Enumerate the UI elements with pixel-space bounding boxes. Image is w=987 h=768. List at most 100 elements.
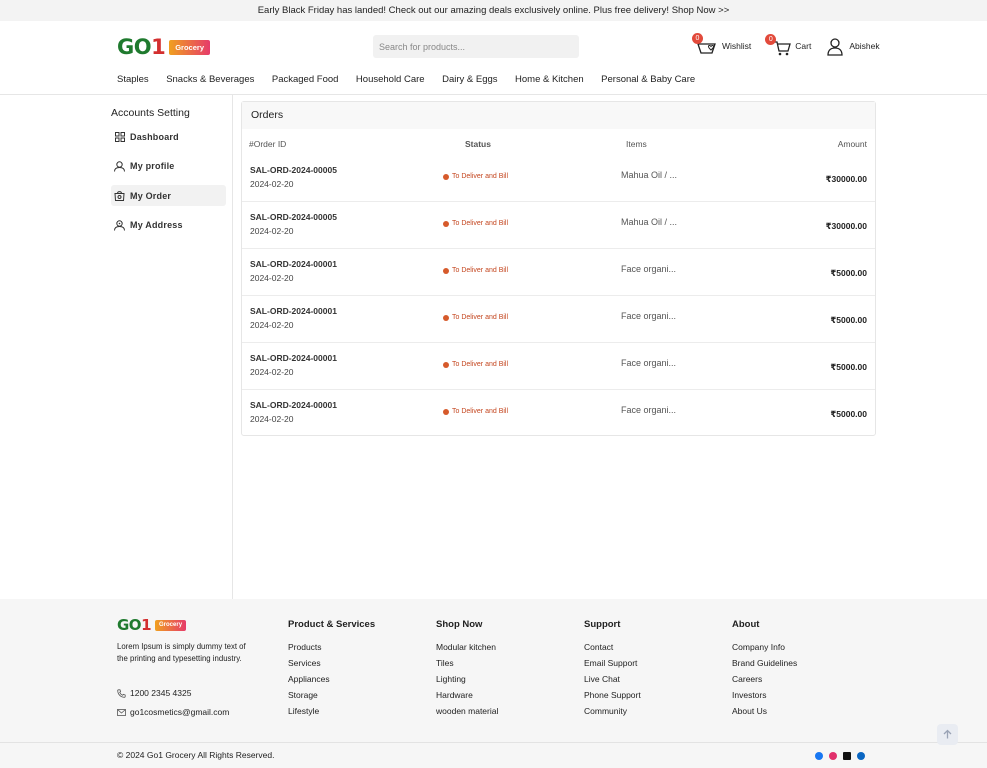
footer-link[interactable]: Hardware	[436, 690, 498, 706]
nav-item-packaged-food[interactable]: Packaged Food	[272, 74, 339, 85]
nav-item-personal-baby-care[interactable]: Personal & Baby Care	[601, 74, 695, 85]
order-items: Face organi...	[621, 264, 677, 274]
footer-link[interactable]: Products	[288, 642, 375, 658]
footer-link[interactable]: Contact	[584, 642, 641, 658]
footer-description: Lorem Ipsum is simply dummy text of the …	[117, 642, 246, 663]
footer-column-title: Support	[584, 619, 621, 630]
promo-banner[interactable]: Early Black Friday has landed! Check out…	[0, 0, 987, 21]
order-date: 2024-02-20	[250, 320, 294, 330]
sidebar-item-my-profile[interactable]: My profile	[111, 156, 226, 177]
brand-logo[interactable]: GO1 Grocery	[117, 35, 210, 59]
table-row[interactable]: SAL-ORD-2024-00005 2024-02-20 To Deliver…	[242, 155, 875, 202]
column-header-order-id: #Order ID	[249, 139, 287, 149]
sidebar-item-label: My Address	[130, 220, 183, 230]
scroll-to-top-button[interactable]	[937, 724, 958, 745]
footer-link[interactable]: wooden material	[436, 706, 498, 722]
footer-link[interactable]: Brand Guidelines	[732, 658, 797, 674]
sidebar-item-my-order[interactable]: My Order	[111, 185, 226, 206]
footer-link[interactable]: Storage	[288, 690, 375, 706]
sidebar-item-label: My profile	[130, 161, 175, 171]
footer-link[interactable]: Careers	[732, 674, 797, 690]
wishlist-button[interactable]: 0 Wishlist	[690, 33, 751, 57]
sidebar-title: Accounts Setting	[111, 107, 190, 119]
site-footer: GO1 Grocery Lorem Ipsum is simply dummy …	[0, 599, 987, 768]
header-actions: 0 Wishlist 0 Cart Abishek	[690, 33, 880, 58]
footer-link[interactable]: Phone Support	[584, 690, 641, 706]
sidebar-item-my-address[interactable]: My Address	[111, 215, 226, 236]
status-dot-icon	[443, 361, 449, 368]
logo-one: 1	[151, 35, 166, 59]
linkedin-icon[interactable]	[857, 752, 865, 760]
footer-link[interactable]: Live Chat	[584, 674, 641, 690]
table-row[interactable]: SAL-ORD-2024-00001 2024-02-20 To Deliver…	[242, 296, 875, 343]
phone-icon	[117, 688, 126, 698]
order-date: 2024-02-20	[250, 226, 294, 236]
footer-link[interactable]: Lifestyle	[288, 706, 375, 722]
footer-link[interactable]: Email Support	[584, 658, 641, 674]
footer-link[interactable]: Investors	[732, 690, 797, 706]
sidebar-item-dashboard[interactable]: Dashboard	[111, 126, 226, 147]
cart-button[interactable]: 0 Cart	[765, 34, 811, 56]
footer-link[interactable]: Modular kitchen	[436, 642, 498, 658]
order-amount: ₹5000.00	[830, 268, 867, 278]
order-items: Face organi...	[621, 405, 677, 415]
order-amount: ₹5000.00	[830, 409, 867, 419]
user-menu-button[interactable]: Abishek	[827, 36, 880, 56]
orders-title: Orders	[242, 102, 875, 129]
footer-link[interactable]: Company Info	[732, 642, 797, 658]
table-row[interactable]: SAL-ORD-2024-00001 2024-02-20 To Deliver…	[242, 390, 875, 437]
order-items: Mahua Oil / ...	[621, 217, 678, 227]
footer-bottom-bar: © 2024 Go1 Grocery All Rights Reserved.	[0, 742, 987, 768]
nav-item-dairy-eggs[interactable]: Dairy & Eggs	[442, 74, 497, 85]
cart-icon	[774, 41, 792, 56]
table-row[interactable]: SAL-ORD-2024-00001 2024-02-20 To Deliver…	[242, 343, 875, 390]
table-row[interactable]: SAL-ORD-2024-00005 2024-02-20 To Deliver…	[242, 202, 875, 249]
footer-phone[interactable]: 1200 2345 4325	[117, 688, 191, 698]
status-badge: To Deliver and Bill	[443, 314, 508, 321]
search-input[interactable]	[373, 35, 579, 58]
status-text: To Deliver and Bill	[452, 267, 509, 274]
address-icon	[114, 219, 125, 231]
bag-icon	[114, 190, 125, 201]
footer-email[interactable]: go1cosmetics@gmail.com	[117, 707, 229, 717]
status-dot-icon	[443, 220, 449, 227]
mail-icon	[117, 708, 126, 716]
order-id: SAL-ORD-2024-00001	[250, 259, 337, 269]
nav-item-staples[interactable]: Staples	[117, 74, 149, 85]
order-id: SAL-ORD-2024-00001	[250, 353, 337, 363]
order-id: SAL-ORD-2024-00001	[250, 306, 337, 316]
arrow-up-icon	[943, 729, 952, 739]
logo-wordmark: GO1	[117, 618, 152, 633]
x-icon[interactable]	[843, 752, 851, 760]
footer-link[interactable]: Appliances	[288, 674, 375, 690]
orders-panel: Orders #Order ID Status Items Amount SAL…	[241, 101, 876, 436]
site-header: GO1 Grocery 0 Wishlist 0 Cart Abis	[0, 21, 987, 95]
footer-column-shop-now: Shop Now Modular kitchen Tiles Lighting …	[436, 619, 498, 722]
status-text: To Deliver and Bill	[452, 408, 509, 415]
logo-wordmark: GO1	[117, 35, 166, 59]
footer-link[interactable]: Lighting	[436, 674, 498, 690]
wishlist-count-badge: 0	[692, 33, 703, 44]
status-dot-icon	[443, 173, 449, 180]
footer-column-title: Shop Now	[436, 619, 483, 630]
facebook-icon[interactable]	[815, 752, 823, 760]
status-dot-icon	[443, 408, 449, 415]
status-dot-icon	[443, 267, 449, 274]
logo-badge: Grocery	[169, 39, 210, 55]
phone-number: 1200 2345 4325	[130, 688, 192, 698]
user-icon	[114, 160, 125, 172]
footer-link[interactable]: About Us	[732, 706, 797, 722]
account-sidebar: Accounts Setting Dashboard My profile My…	[0, 95, 233, 599]
nav-item-home-kitchen[interactable]: Home & Kitchen	[515, 74, 584, 85]
nav-item-household-care[interactable]: Household Care	[356, 74, 425, 85]
order-date: 2024-02-20	[250, 367, 294, 377]
instagram-icon[interactable]	[829, 752, 837, 760]
copyright-text: © 2024 Go1 Grocery All Rights Reserved.	[117, 750, 275, 760]
column-header-amount: Amount	[837, 139, 867, 149]
footer-link[interactable]: Services	[288, 658, 375, 674]
table-row[interactable]: SAL-ORD-2024-00001 2024-02-20 To Deliver…	[242, 249, 875, 296]
footer-link[interactable]: Tiles	[436, 658, 498, 674]
nav-item-snacks-beverages[interactable]: Snacks & Beverages	[166, 74, 254, 85]
footer-logo[interactable]: GO1 Grocery	[117, 618, 187, 633]
footer-link[interactable]: Community	[584, 706, 641, 722]
